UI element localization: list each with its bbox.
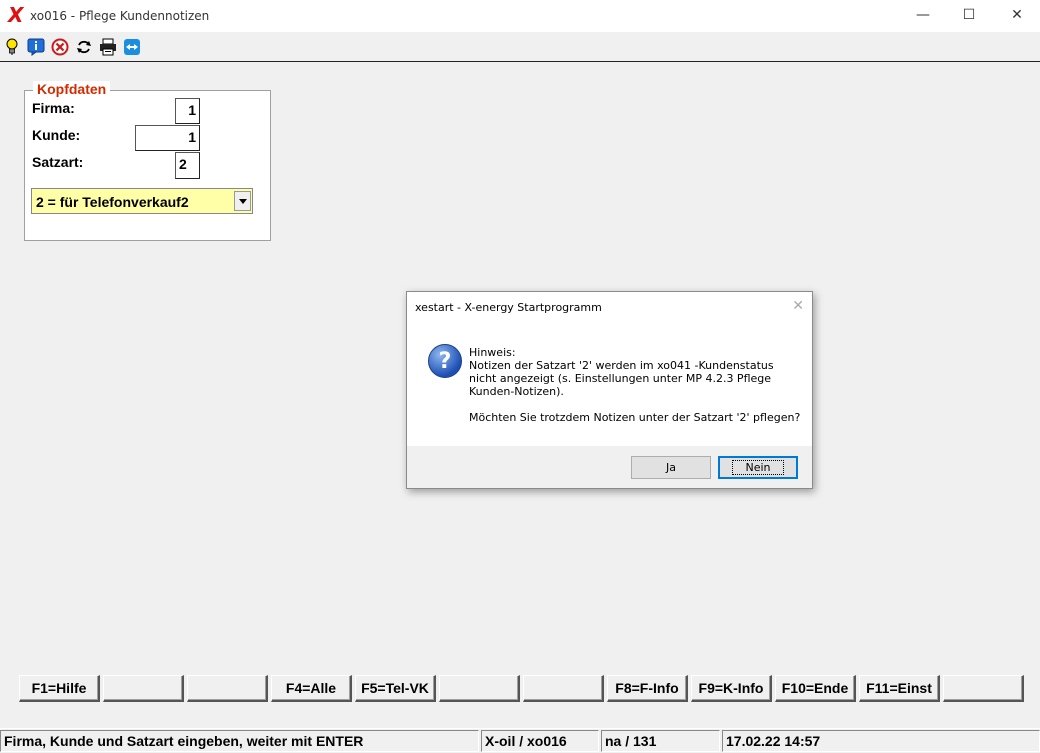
fkey-f2[interactable] (103, 675, 184, 702)
status-message: Firma, Kunde und Satzart eingeben, weite… (0, 730, 479, 752)
fkey-f10-end[interactable]: F10=Ende (775, 675, 856, 702)
fkey-f1-help[interactable]: F1=Hilfe (19, 675, 100, 702)
fkey-f4-all[interactable]: F4=Alle (271, 675, 352, 702)
fkey-f8-f-info[interactable]: F8=F-Info (607, 675, 688, 702)
refresh-icon[interactable] (74, 37, 94, 57)
status-program: X-oil / xo016 (481, 730, 599, 752)
cancel-icon[interactable] (50, 37, 70, 57)
close-window-button[interactable]: ✕ (994, 0, 1040, 30)
fkey-f5-tel-vk[interactable]: F5=Tel-VK (355, 675, 436, 702)
fkey-f12[interactable] (943, 675, 1024, 702)
dialog-title: xestart - X-energy Startprogramm (415, 301, 602, 314)
kunde-label: Kunde: (32, 127, 81, 143)
yes-button-label: Ja (666, 461, 676, 474)
remote-support-icon[interactable] (122, 37, 142, 57)
chevron-down-icon[interactable] (234, 191, 251, 211)
yes-button[interactable]: Ja (631, 456, 711, 479)
satzart-select[interactable]: 2 = für Telefonverkauf2 (31, 188, 253, 214)
dialog-close-icon[interactable]: ✕ (792, 297, 804, 314)
dialog-footer: Ja Nein (407, 446, 812, 488)
app-logo-icon: X (8, 3, 24, 27)
lightbulb-icon[interactable] (2, 37, 22, 57)
kunde-input[interactable]: 1 (135, 125, 200, 151)
satzart-label: Satzart: (32, 154, 84, 170)
minimize-icon: — (916, 7, 930, 23)
dialog-question: Möchten Sie trotzdem Notizen unter der S… (469, 411, 801, 424)
maximize-button[interactable]: ☐ (946, 0, 992, 30)
status-datetime: 17.02.22 14:57 (722, 730, 1040, 752)
maximize-icon: ☐ (962, 7, 976, 23)
toolbar (0, 32, 1040, 62)
fkey-f9-k-info[interactable]: F9=K-Info (691, 675, 772, 702)
printer-icon[interactable] (98, 37, 118, 57)
window-title: xo016 - Pflege Kundennotizen (30, 9, 210, 23)
dialog-message-heading: Hinweis: (469, 346, 516, 359)
fkey-f3[interactable] (187, 675, 268, 702)
status-bar: Firma, Kunde und Satzart eingeben, weite… (0, 728, 1040, 753)
kopfdaten-legend: Kopfdaten (33, 81, 111, 97)
dialog-message: Hinweis: Notizen der Satzart '2' werden … (469, 346, 789, 398)
satzart-select-value: 2 = für Telefonverkauf2 (36, 194, 189, 210)
no-button-label: Nein (732, 460, 784, 475)
satzart-input[interactable]: 2 (175, 152, 200, 179)
fkey-f7[interactable] (523, 675, 604, 702)
message-dialog: xestart - X-energy Startprogramm ✕ ? Hin… (406, 291, 813, 489)
firma-input[interactable]: 1 (175, 98, 200, 124)
firma-label: Firma: (32, 100, 75, 116)
fkey-f11-settings[interactable]: F11=Einst (859, 675, 940, 702)
minimize-button[interactable]: — (900, 0, 946, 30)
dialog-message-body: Notizen der Satzart '2' werden im xo041 … (469, 359, 774, 398)
question-icon: ? (428, 344, 462, 378)
fkey-f6[interactable] (439, 675, 520, 702)
no-button[interactable]: Nein (718, 456, 798, 479)
info-icon[interactable] (26, 37, 46, 57)
close-icon: ✕ (1011, 7, 1023, 23)
title-bar: X xo016 - Pflege Kundennotizen — ☐ ✕ (0, 0, 1040, 32)
status-user: na / 131 (601, 730, 720, 752)
